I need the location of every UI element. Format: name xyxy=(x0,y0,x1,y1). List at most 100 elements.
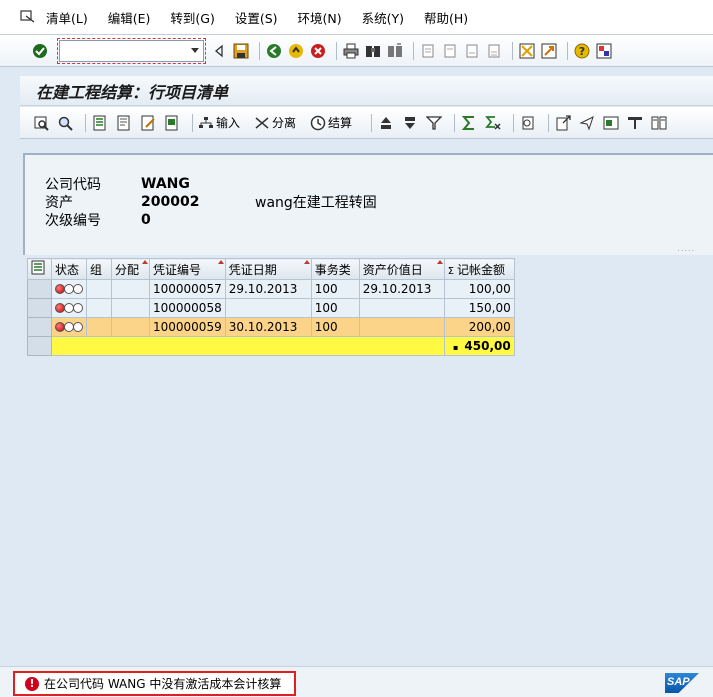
amount-cell: 200,00 xyxy=(443,317,515,337)
last-page-icon[interactable] xyxy=(485,42,503,60)
column-header-alloc[interactable]: 分配 xyxy=(111,258,150,280)
search-icon[interactable] xyxy=(56,114,74,132)
command-field[interactable] xyxy=(57,37,206,64)
column-header-group[interactable]: 组 xyxy=(86,258,112,280)
subtotal-icon[interactable] xyxy=(484,114,502,132)
settle-button[interactable]: 结算 xyxy=(310,114,352,131)
enter-icon[interactable] xyxy=(31,42,49,60)
column-header-status[interactable]: 状态 xyxy=(51,258,87,280)
sum-icon[interactable] xyxy=(460,114,478,132)
detail-icon[interactable] xyxy=(32,114,50,132)
column-header-valdate[interactable]: 资产价值日 xyxy=(358,258,445,280)
split-button[interactable]: 分离 xyxy=(254,114,296,131)
valdate-cell xyxy=(358,298,445,318)
status-cell xyxy=(51,317,87,337)
help-icon[interactable]: ? xyxy=(573,42,591,60)
total-row[interactable]: ▪ 450,00 xyxy=(27,336,515,356)
column-header-label: 资产价值日 xyxy=(362,262,423,277)
display-doc-icon[interactable] xyxy=(91,114,109,132)
cancel-icon[interactable] xyxy=(309,42,327,60)
column-header-amount[interactable]: Σ 记帐金额 xyxy=(443,258,515,280)
chevron-down-icon[interactable] xyxy=(191,47,199,53)
print-preview-icon[interactable] xyxy=(519,114,537,132)
edit-doc-icon[interactable] xyxy=(139,114,157,132)
menu-settings[interactable]: 设置(S) xyxy=(235,8,278,27)
total-amount: 450,00 xyxy=(464,339,511,353)
input-button[interactable]: 输入 xyxy=(198,114,240,131)
row-selector[interactable] xyxy=(27,336,52,356)
spreadsheet-icon[interactable] xyxy=(602,114,620,132)
shortcut-icon[interactable] xyxy=(540,42,558,60)
menu-arrow-icon[interactable] xyxy=(20,10,36,24)
sort-ascending-icon[interactable] xyxy=(377,114,395,132)
doc-green-icon[interactable] xyxy=(163,114,181,132)
table-row-selected[interactable]: 100000059 30.10.2013 100 200,00 xyxy=(27,317,515,337)
docno-cell[interactable]: 100000058 xyxy=(149,298,226,318)
export-icon[interactable] xyxy=(554,114,572,132)
docdate-cell: 30.10.2013 xyxy=(224,317,312,337)
docdate-cell xyxy=(224,298,312,318)
table-row[interactable]: 100000058 100 150,00 xyxy=(27,298,515,318)
docno-cell[interactable]: 100000057 xyxy=(149,279,226,299)
clock-icon xyxy=(310,115,326,131)
separator xyxy=(548,113,550,132)
sum-symbol: Σ xyxy=(447,265,455,277)
menu-system[interactable]: 系统(Y) xyxy=(362,8,404,27)
row-selector[interactable] xyxy=(27,279,52,299)
print-icon[interactable] xyxy=(342,42,360,60)
send-icon[interactable] xyxy=(578,114,596,132)
amount-cell: 150,00 xyxy=(443,298,515,318)
menu-help[interactable]: 帮助(H) xyxy=(424,8,468,27)
layout-menu-icon[interactable] xyxy=(595,42,613,60)
new-session-icon[interactable] xyxy=(518,42,536,60)
status-message[interactable]: ! 在公司代码 WANG 中没有激活成本会计核算 xyxy=(13,671,296,696)
asset-label: 资产 xyxy=(45,195,73,211)
find-next-icon[interactable] xyxy=(386,42,404,60)
separator xyxy=(259,41,260,60)
column-header-label: 记帐金额 xyxy=(457,262,506,277)
settle-label: 结算 xyxy=(328,116,353,130)
document-icon[interactable] xyxy=(115,114,133,132)
company-code-row: 公司代码 WANG xyxy=(45,175,713,193)
status-bar: ! 在公司代码 WANG 中没有激活成本会计核算 SAP xyxy=(0,666,713,697)
alv-grid: 状态 组 分配 凭证编号 凭证日期 事务类 资产价值日 Σ 记帐金额 100000… xyxy=(27,258,713,666)
row-selector[interactable] xyxy=(27,298,52,318)
split-label: 分离 xyxy=(272,116,297,130)
next-page-icon[interactable] xyxy=(463,42,481,60)
menu-environment[interactable]: 环境(N) xyxy=(298,8,342,27)
column-header-docdate[interactable]: 凭证日期 xyxy=(224,258,312,280)
menu-list[interactable]: 清单(L) xyxy=(46,8,88,27)
sort-descending-icon[interactable] xyxy=(401,114,419,132)
table-row[interactable]: 100000057 29.10.2013 100 29.10.2013 100,… xyxy=(27,279,515,299)
asset-value: 200002 xyxy=(141,194,200,210)
back-icon[interactable] xyxy=(265,42,283,60)
row-selector[interactable] xyxy=(27,317,52,337)
input-label: 输入 xyxy=(216,116,241,130)
first-page-icon[interactable] xyxy=(419,42,437,60)
save-icon[interactable] xyxy=(232,42,250,60)
column-header-trans[interactable]: 事务类 xyxy=(310,258,360,280)
application-toolbar: 输入 分离 结算 xyxy=(20,107,713,139)
separator xyxy=(192,113,193,132)
sub-number-label: 次级编号 xyxy=(45,213,101,229)
filter-icon[interactable] xyxy=(425,114,443,132)
choose-layout-icon[interactable] xyxy=(626,114,644,132)
column-header-label: 状态 xyxy=(55,262,80,277)
menu-goto[interactable]: 转到(G) xyxy=(170,8,214,27)
docno-cell[interactable]: 100000059 xyxy=(149,317,226,337)
splitter-handle[interactable]: ..... xyxy=(677,244,695,253)
layout-button[interactable] xyxy=(27,258,52,280)
column-header-docno[interactable]: 凭证编号 xyxy=(149,258,226,280)
triangle-left-icon[interactable] xyxy=(210,42,228,60)
status-message-text: 在公司代码 WANG 中没有激活成本会计核算 xyxy=(44,677,282,691)
line-item-table: 状态 组 分配 凭证编号 凭证日期 事务类 资产价值日 Σ 记帐金额 100000… xyxy=(27,258,515,356)
asset-description: wang在建工程转固 xyxy=(255,195,377,211)
asset-row: 资产 200002 wang在建工程转固 xyxy=(45,193,713,211)
menu-edit[interactable]: 编辑(E) xyxy=(108,8,151,27)
separator xyxy=(85,113,86,132)
change-layout-icon[interactable] xyxy=(650,114,668,132)
find-icon[interactable] xyxy=(364,42,382,60)
previous-page-icon[interactable] xyxy=(441,42,459,60)
exit-icon[interactable] xyxy=(287,42,305,60)
command-input[interactable] xyxy=(60,41,180,60)
